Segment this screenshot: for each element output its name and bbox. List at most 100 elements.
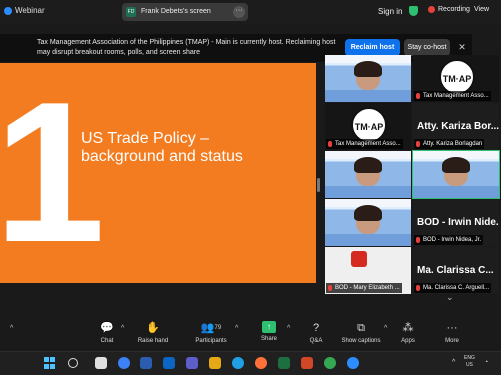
title-bar: Webinar FD Frank Debets's screen ··· Sig… bbox=[0, 0, 501, 24]
participant-hair bbox=[442, 157, 470, 173]
chat-icon: 💬 bbox=[100, 322, 114, 334]
chevron-down-icon[interactable]: ⌄ bbox=[446, 292, 454, 303]
shared-slide: 1 US Trade Policy – background and statu… bbox=[0, 63, 316, 283]
tile-caption: BOD - Alvin Noel Sald... bbox=[326, 187, 401, 197]
chevron-up-icon[interactable]: ^ bbox=[10, 325, 13, 332]
windows-start-icon[interactable] bbox=[44, 357, 56, 369]
sign-in-link[interactable]: Sign in bbox=[378, 7, 402, 16]
tmap-logo: TM·AP bbox=[351, 107, 387, 143]
security-shield-icon[interactable] bbox=[409, 6, 418, 16]
apps-label: Apps bbox=[401, 338, 415, 344]
view-button[interactable]: View bbox=[474, 6, 489, 13]
screen-share-label: Frank Debets's screen bbox=[141, 8, 211, 15]
apps-icon: ⁂ bbox=[402, 322, 414, 334]
share-label: Share bbox=[260, 336, 277, 342]
video-tile[interactable]: Ma. Clarissa C... Ma. Clarissa C. Arguel… bbox=[413, 247, 499, 294]
resize-handle[interactable] bbox=[317, 178, 320, 192]
tile-caption: BOD - Mary Elizabeth ... bbox=[326, 283, 402, 293]
chrome-icon[interactable] bbox=[324, 357, 336, 369]
participant-name: Ma. Clarissa C... bbox=[417, 265, 494, 276]
hand-icon: ✋ bbox=[146, 322, 160, 334]
host-notice-message: Tax Management Association of the Philip… bbox=[37, 39, 336, 56]
raise-hand-label: Raise hand bbox=[137, 338, 169, 344]
participants-icon: 👥79 bbox=[200, 322, 222, 334]
chevron-up-icon[interactable]: ^ bbox=[452, 359, 455, 366]
video-tile[interactable]: TM·AP Tax Management Asso... bbox=[325, 103, 411, 150]
tile-caption: BOD - Ma. Lourdes P... bbox=[414, 187, 487, 197]
zoom-window: { "window": { "app_name": "Webinar", "sc… bbox=[0, 0, 501, 375]
slide-number: 1 bbox=[0, 63, 106, 283]
tile-caption: Atty. Kariza Borlagdan bbox=[414, 139, 485, 149]
chevron-up-icon[interactable]: ^ bbox=[235, 325, 238, 332]
slide-title: US Trade Policy – background and status bbox=[81, 130, 243, 165]
chevron-up-icon[interactable]: ^ bbox=[121, 325, 124, 332]
recording-dot-icon bbox=[428, 6, 435, 13]
app-name: Webinar bbox=[4, 6, 45, 15]
task-view-icon[interactable] bbox=[95, 357, 107, 369]
participant-name: Atty. Kariza Bor... bbox=[417, 121, 499, 132]
video-tile[interactable]: BOD - Mary Elizabeth ... bbox=[325, 247, 411, 294]
apps-button[interactable]: ⁂ Apps bbox=[396, 321, 420, 349]
raise-hand-button[interactable]: ✋ Raise hand bbox=[136, 321, 170, 349]
language-indicator[interactable]: ENG US bbox=[464, 355, 475, 369]
video-tile[interactable]: BOD - Alvin Noel Sald... bbox=[325, 151, 411, 198]
teams-icon[interactable] bbox=[186, 357, 198, 369]
file-explorer-icon[interactable] bbox=[209, 357, 221, 369]
participants-button[interactable]: 👥79 Participants bbox=[190, 321, 232, 349]
video-tile[interactable]: BOD - Ma. Lourdes P... bbox=[412, 150, 500, 199]
video-tile[interactable]: BOD - Jacqueline Yu-... bbox=[325, 199, 411, 246]
language-code: ENG bbox=[464, 355, 475, 361]
participant-hair bbox=[354, 157, 382, 173]
qa-label: Q&A bbox=[309, 338, 323, 344]
more-button[interactable]: ··· More bbox=[440, 321, 464, 349]
video-tile[interactable]: TM·AP Tax Management Asso... bbox=[413, 55, 499, 102]
firefox-icon[interactable] bbox=[255, 357, 267, 369]
tile-caption: BOD - Jacqueline Yu-... bbox=[326, 235, 400, 245]
share-button[interactable]: ↑ Share bbox=[256, 321, 282, 349]
captions-button[interactable]: ⧉ Show captions bbox=[338, 321, 384, 349]
chevron-up-icon[interactable]: ^ bbox=[287, 325, 290, 332]
close-icon[interactable]: ✕ bbox=[456, 41, 468, 53]
chat-button[interactable]: 💬 Chat bbox=[92, 321, 122, 349]
wifi-icon[interactable]: ◔ bbox=[484, 359, 488, 366]
zoom-logo-icon bbox=[4, 6, 12, 15]
more-icon: ··· bbox=[446, 322, 458, 334]
qa-button[interactable]: ? Q&A bbox=[303, 321, 329, 349]
video-tile[interactable]: BOD - Irwin Nide... BOD - Irwin Nidea, J… bbox=[413, 199, 499, 246]
recording-indicator[interactable]: Recording bbox=[428, 6, 470, 13]
chevron-up-icon[interactable]: ^ bbox=[384, 325, 387, 332]
screen-share-indicator[interactable]: FD Frank Debets's screen ··· bbox=[122, 3, 248, 21]
stay-cohost-button[interactable]: Stay co-host bbox=[404, 39, 450, 56]
participants-label: Participants bbox=[195, 338, 227, 344]
reclaim-host-button[interactable]: Reclaim host bbox=[345, 39, 400, 56]
powerpoint-icon[interactable] bbox=[301, 357, 313, 369]
captions-label: Show captions bbox=[341, 338, 381, 344]
meeting-toolbar: ^ 💬 Chat ^ ✋ Raise hand 👥79 Participants… bbox=[0, 318, 501, 350]
participant-hair bbox=[354, 61, 382, 77]
participant-name: BOD - Irwin Nide... bbox=[417, 217, 499, 228]
sharer-avatar: FD bbox=[126, 7, 136, 17]
video-tile[interactable]: Atty. Kariza Bor... Atty. Kariza Borlagd… bbox=[413, 103, 499, 150]
windows-taskbar: ^ ENG US ◔ bbox=[0, 351, 501, 375]
recording-label: Recording bbox=[438, 6, 470, 13]
video-tile[interactable]: PP Cris Guhit (Emcee ... bbox=[325, 55, 411, 102]
excel-icon[interactable] bbox=[278, 357, 290, 369]
participant-hair bbox=[354, 205, 382, 221]
tile-caption: PP Cris Guhit (Emcee ... bbox=[326, 91, 403, 101]
outlook-icon[interactable] bbox=[163, 357, 175, 369]
share-icon: ↑ bbox=[262, 321, 276, 333]
zoom-meeting-icon[interactable] bbox=[347, 357, 359, 369]
zoom-app-icon[interactable] bbox=[140, 357, 152, 369]
edge-icon[interactable] bbox=[232, 357, 244, 369]
qa-icon: ? bbox=[312, 322, 320, 334]
app-name-label: Webinar bbox=[15, 6, 45, 15]
region-code: US bbox=[465, 362, 473, 368]
tile-caption: Tax Management Asso... bbox=[326, 139, 403, 149]
search-icon[interactable] bbox=[68, 358, 78, 368]
video-gallery: PP Cris Guhit (Emcee ... TM·AP Tax Manag… bbox=[325, 55, 501, 305]
participants-count: 79 bbox=[214, 325, 222, 331]
tile-caption: BOD - Irwin Nidea, Jr. bbox=[414, 235, 484, 245]
red-logo-icon bbox=[351, 251, 367, 267]
copilot-icon[interactable] bbox=[118, 357, 130, 369]
more-options-icon[interactable]: ··· bbox=[233, 6, 245, 18]
